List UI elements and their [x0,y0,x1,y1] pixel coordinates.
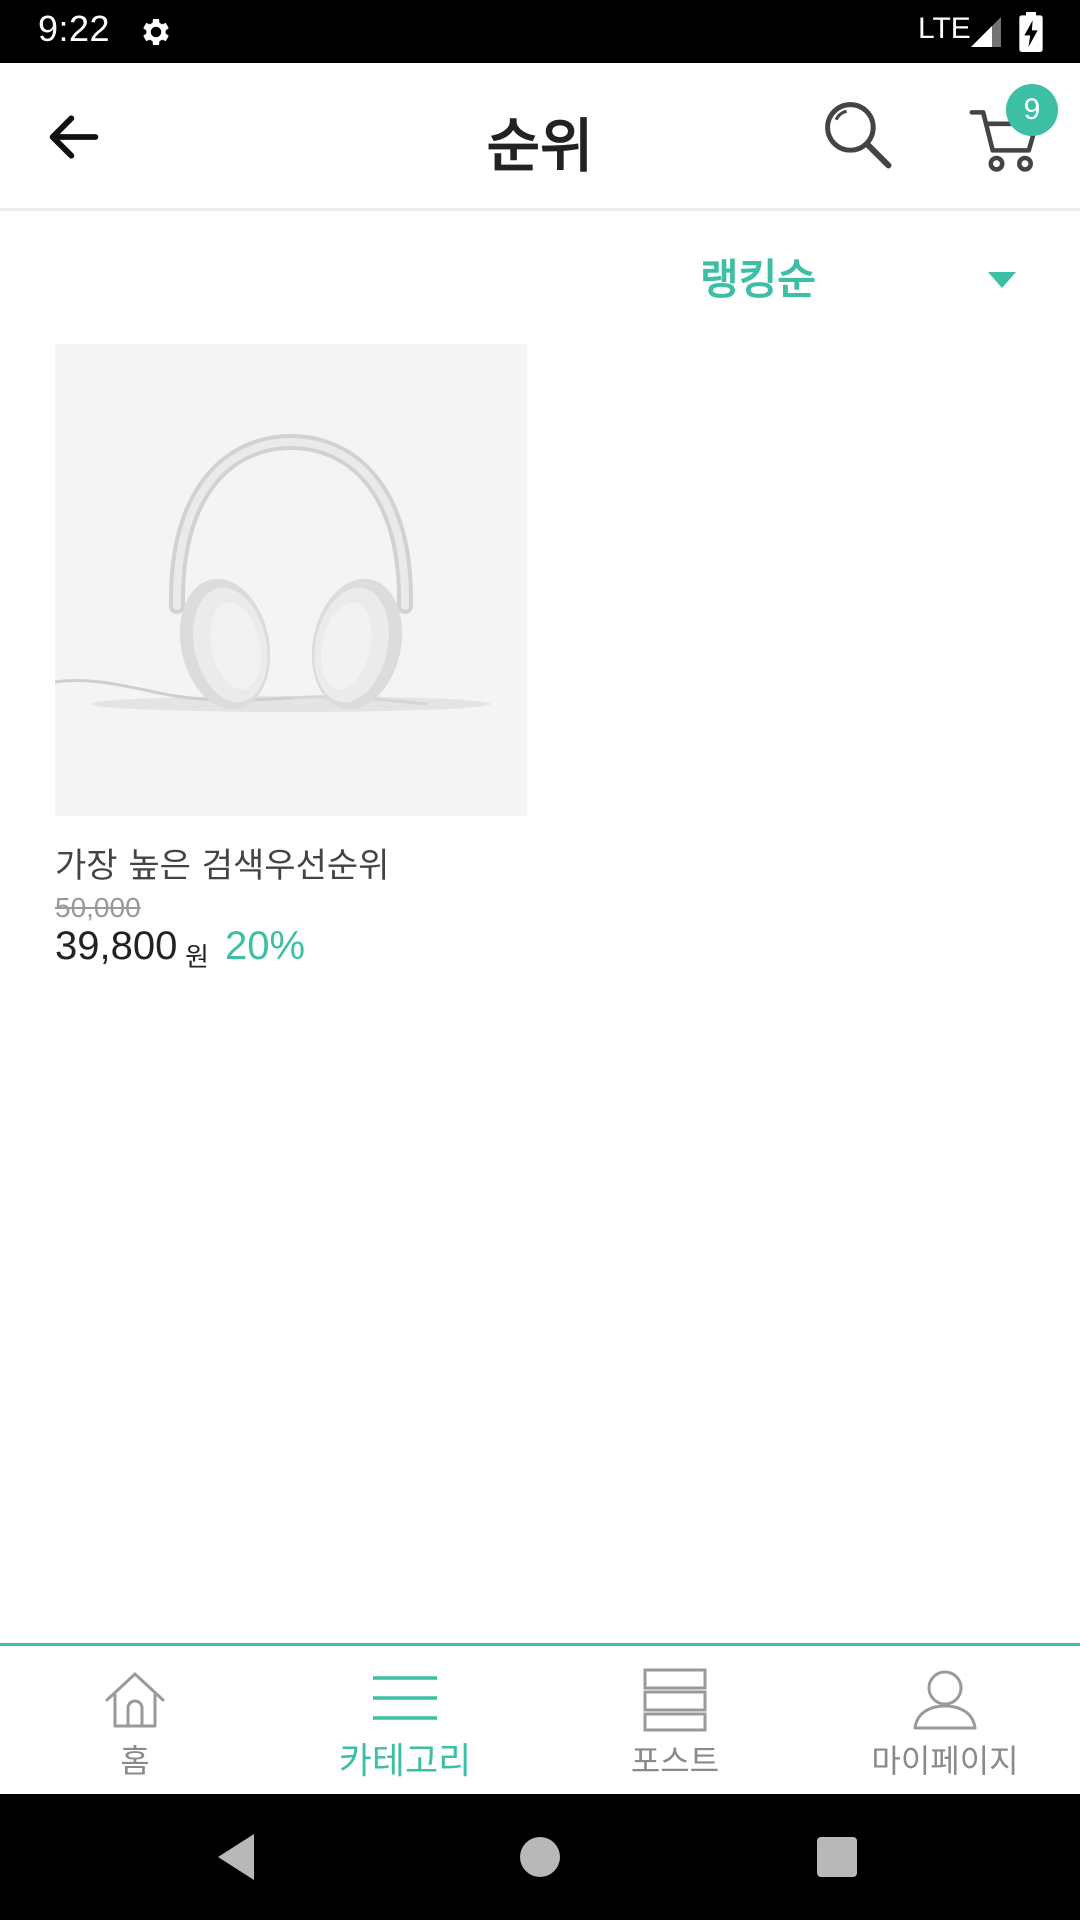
nav-item-post[interactable]: 포스트 [540,1646,810,1794]
sort-dropdown[interactable]: 랭킹순 [700,246,1030,306]
nav-label-mypage: 마이페이지 [871,1742,1019,1780]
menu-icon [373,1676,437,1720]
nav-label-home: 홈 [120,1742,150,1780]
product-price: 39,800 [55,924,178,968]
system-nav-bar [0,1794,1080,1920]
search-icon[interactable] [820,97,896,173]
cart-count-badge: 9 [1006,84,1058,136]
settings-gear-icon [143,18,169,46]
network-type: LTE [918,12,971,45]
app-bar: 순위 [0,63,1080,211]
status-bar: 9:22 LTE [0,0,1080,63]
nav-item-mypage[interactable]: 마이페이지 [810,1646,1080,1794]
nav-item-home[interactable]: 홈 [0,1646,270,1794]
product-card[interactable]: 가장 높은 검색우선순위 50,000 39,800 원 20% [55,344,527,984]
person-icon [913,1670,977,1730]
system-home-icon[interactable] [513,1830,567,1884]
bottom-nav: 홈 카테고리 포스트 마이페이지 [0,1643,1080,1794]
sort-selected-label: 랭킹순 [700,255,816,304]
product-image[interactable] [55,344,527,816]
post-icon [643,1668,707,1732]
dropdown-arrow-icon [988,272,1016,288]
product-currency: 원 [185,943,209,973]
product-discount: 20% [225,924,306,968]
page-title: 순위 [486,112,594,180]
headphones-image [55,344,527,816]
home-icon [105,1672,165,1728]
system-back-icon[interactable] [210,1830,264,1884]
product-name: 가장 높은 검색우선순위 [55,846,390,886]
battery-charging-icon [1019,12,1043,52]
nav-label-category: 카테고리 [338,1741,472,1782]
status-time: 9:22 [38,8,111,49]
product-original-price: 50,000 [55,892,141,923]
system-recents-icon[interactable] [810,1830,864,1884]
nav-item-category[interactable]: 카테고리 [270,1646,540,1794]
signal-icon [971,17,1001,47]
nav-label-post: 포스트 [630,1742,720,1780]
